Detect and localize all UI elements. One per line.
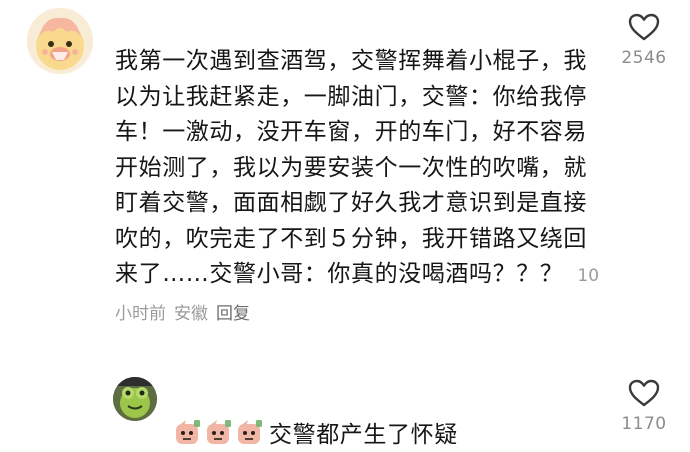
comment-body: 交警都产生了怀疑 [174, 415, 458, 449]
comment-item: 我第一次遇到查酒驾，交警挥舞着小棍子，我以为让我赶紧走，一脚油门，交警：你给我停… [0, 0, 690, 360]
doubt-sticker-icon [207, 420, 231, 444]
like-count: 2546 [621, 48, 667, 68]
like-button[interactable]: 2546 [614, 12, 674, 68]
user-avatar[interactable] [113, 377, 157, 421]
heart-outline-icon [628, 379, 660, 407]
reply-button[interactable]: 回复 [216, 304, 250, 324]
heart-outline-icon [628, 13, 660, 41]
like-button[interactable]: 1170 [614, 378, 674, 434]
comment-item: 交警都产生了怀疑 1170 [0, 360, 690, 452]
comment-text: 我第一次遇到查酒驾，交警挥舞着小棍子，我以为让我赶紧走，一脚油门，交警：你给我停… [115, 48, 587, 287]
user-avatar[interactable] [27, 8, 93, 74]
doubt-sticker-icon [176, 420, 200, 444]
comment-text: 交警都产生了怀疑 [269, 422, 458, 448]
comment-location: 安徽 [174, 303, 208, 324]
cartoon-avatar-icon [27, 8, 93, 74]
like-count: 1170 [621, 414, 667, 434]
doubt-sticker-icon [238, 420, 262, 444]
frog-avatar-icon [113, 377, 157, 421]
comment-body: 我第一次遇到查酒驾，交警挥舞着小棍子，我以为让我赶紧走，一脚油门，交警：你给我停… [115, 44, 605, 332]
